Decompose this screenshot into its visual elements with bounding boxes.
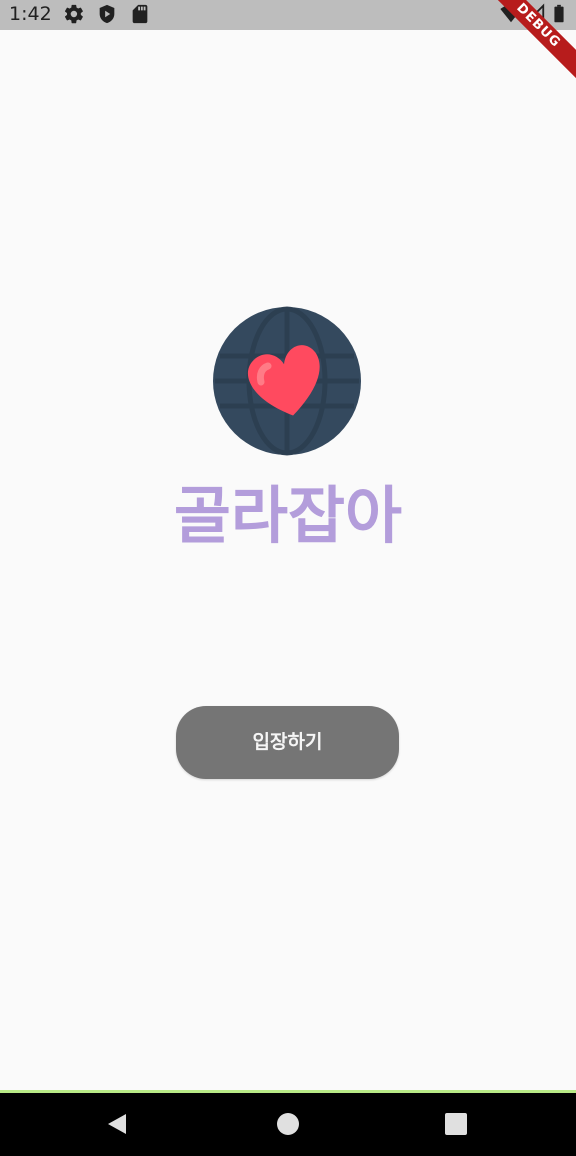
- battery-icon: [554, 4, 564, 23]
- globe-heart-icon: [213, 306, 361, 456]
- enter-button[interactable]: 입장하기: [176, 706, 399, 779]
- status-bar: 1:42: [0, 0, 576, 30]
- cell-signal-icon: [524, 3, 545, 24]
- app-title: 골라잡아: [173, 479, 403, 552]
- home-icon[interactable]: [273, 1109, 303, 1139]
- wifi-icon: [500, 5, 522, 23]
- recents-icon[interactable]: [441, 1109, 471, 1139]
- navigation-bar: [0, 1093, 576, 1156]
- sd-card-icon: [132, 4, 148, 24]
- gear-icon: [64, 4, 83, 24]
- back-icon[interactable]: [103, 1109, 133, 1139]
- play-protect-icon: [99, 4, 115, 24]
- status-time: 1:42: [9, 3, 52, 25]
